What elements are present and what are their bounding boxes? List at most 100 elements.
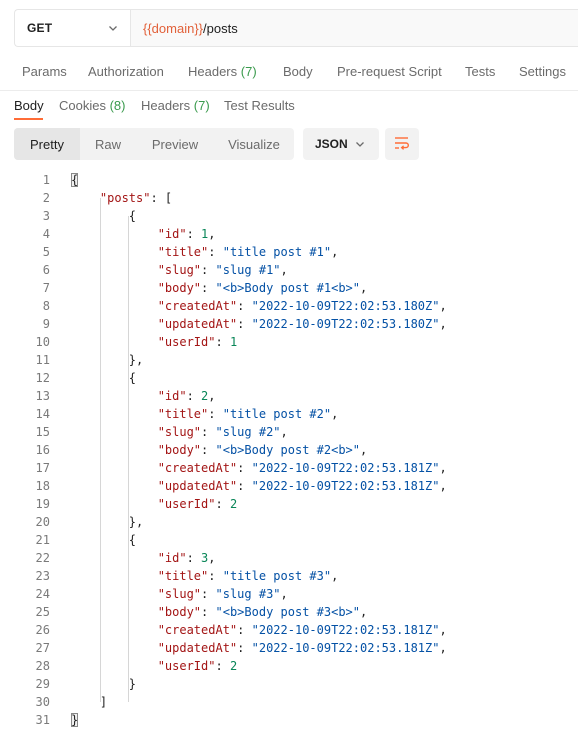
line-number: 3 [42,209,50,223]
tab-count: (7) [193,98,210,113]
json-str-token: "2022-10-09T22:02:53.180Z" [251,317,440,331]
json-key-token: "userId" [157,659,216,673]
code-line: 5 "title": "title post #1", [0,243,578,261]
line-number: 20 [35,515,50,529]
tab-settings[interactable]: Settings [519,64,566,79]
response-tabs: Body Cookies (8) Headers (7) Test Result… [0,90,578,122]
tab-response-headers[interactable]: Headers (7) [141,98,210,113]
view-raw-button[interactable]: Raw [80,128,136,160]
json-punc-token: , [439,479,447,493]
code-text: }, [129,513,143,531]
tab-cookies[interactable]: Cookies (8) [59,98,125,113]
json-key-token: "slug" [157,425,202,439]
code-text: "slug": "slug #3", [158,585,288,603]
wrap-lines-icon [394,136,410,153]
code-text: "userId": 1 [158,333,237,351]
json-punc-token: : [201,263,216,277]
tab-label: Headers [141,98,191,113]
tab-params[interactable]: Params [22,64,67,79]
code-line: 22 "id": 3, [0,549,578,567]
tab-response-body[interactable]: Body [14,98,44,113]
json-punc-token: }, [128,515,144,529]
request-url-bar: GET {{domain}}/posts [14,9,578,47]
code-line: 8 "createdAt": "2022-10-09T22:02:53.180Z"… [0,297,578,315]
tab-label: Cookies [59,98,106,113]
tab-body[interactable]: Body [283,64,313,79]
url-input[interactable]: {{domain}}/posts [131,10,578,46]
code-line: 31} [0,711,578,729]
json-punc-token: : [201,425,216,439]
code-line: 4 "id": 1, [0,225,578,243]
json-punc-token: , [280,425,288,439]
json-punc-token: , [208,389,216,403]
json-punc-token: } [128,677,137,691]
json-punc-token: , [360,443,368,457]
code-text: ] [100,693,107,711]
json-punc-token: , [208,551,216,565]
json-punc-token: { [128,533,137,547]
json-key-token: "userId" [157,497,216,511]
code-line: 10 "userId": 1 [0,333,578,351]
json-punc-token: ] [99,695,108,709]
json-str-token: "slug #2" [215,425,281,439]
code-text: } [71,711,79,729]
view-preview-button[interactable]: Preview [136,128,214,160]
wrap-lines-button[interactable] [385,128,419,160]
code-line: 27 "updatedAt": "2022-10-09T22:02:53.181Z… [0,639,578,657]
json-punc-token: , [439,461,447,475]
method-label: GET [27,21,53,35]
json-str-token: "2022-10-09T22:02:53.181Z" [251,623,440,637]
line-number: 31 [35,713,50,727]
view-visualize-button[interactable]: Visualize [214,128,294,160]
code-line: 26 "createdAt": "2022-10-09T22:02:53.181Z… [0,621,578,639]
line-number: 11 [35,353,50,367]
json-key-token: "title" [157,569,209,583]
code-line: 15 "slug": "slug #2", [0,423,578,441]
json-punc-token: : [186,551,202,565]
json-punc-token: , [439,299,447,313]
tab-authorization[interactable]: Authorization [88,64,164,79]
view-pretty-button[interactable]: Pretty [14,128,80,160]
response-body-editor[interactable]: 1{2 "posts": [3{4 "id": 1, 5 "title": "title… [0,171,578,743]
line-number: 15 [35,425,50,439]
tab-count: (8) [109,98,126,113]
code-line: 19 "userId": 2 [0,495,578,513]
code-text: "createdAt": "2022-10-09T22:02:53.180Z", [158,297,447,315]
code-line: 18 "updatedAt": "2022-10-09T22:02:53.181Z… [0,477,578,495]
response-toolbar: Pretty Raw Preview Visualize JSON [14,128,419,160]
json-punc-token: , [280,263,288,277]
tab-pre-request-script[interactable]: Pre-request Script [337,64,442,79]
json-num-token: 2 [229,659,238,673]
chevron-down-icon [106,21,120,35]
json-key-token: "createdAt" [157,623,238,637]
tab-label: Pre-request Script [337,64,442,79]
view-mode-group: Pretty Raw Preview Visualize [14,128,294,160]
chevron-down-icon [353,137,367,151]
json-str-token: "<b>Body post #2<b>" [215,443,361,457]
tab-headers[interactable]: Headers (7) [188,64,257,79]
json-punc-token: : [201,587,216,601]
line-number: 10 [35,335,50,349]
tab-label: Body [14,98,44,113]
code-line: 16 "body": "<b>Body post #2<b>", [0,441,578,459]
tab-label: Params [22,64,67,79]
json-punc-token: }, [128,353,144,367]
line-number: 6 [42,263,50,277]
json-punc-token: : [208,245,223,259]
method-select[interactable]: GET [15,10,131,46]
url-path: /posts [203,20,238,36]
json-punc-token: : [237,623,252,637]
json-punc-token: { [71,173,79,187]
json-num-token: 2 [229,497,238,511]
tab-tests[interactable]: Tests [465,64,495,79]
tab-label: Tests [465,64,496,79]
line-number: 28 [35,659,50,673]
format-select[interactable]: JSON [303,128,379,160]
tab-test-results[interactable]: Test Results [224,98,295,113]
json-key-token: "id" [157,389,187,403]
line-number: 21 [35,533,50,547]
json-key-token: "id" [157,227,187,241]
line-number: 19 [35,497,50,511]
json-punc-token: , [331,407,339,421]
code-text: "userId": 2 [158,657,237,675]
